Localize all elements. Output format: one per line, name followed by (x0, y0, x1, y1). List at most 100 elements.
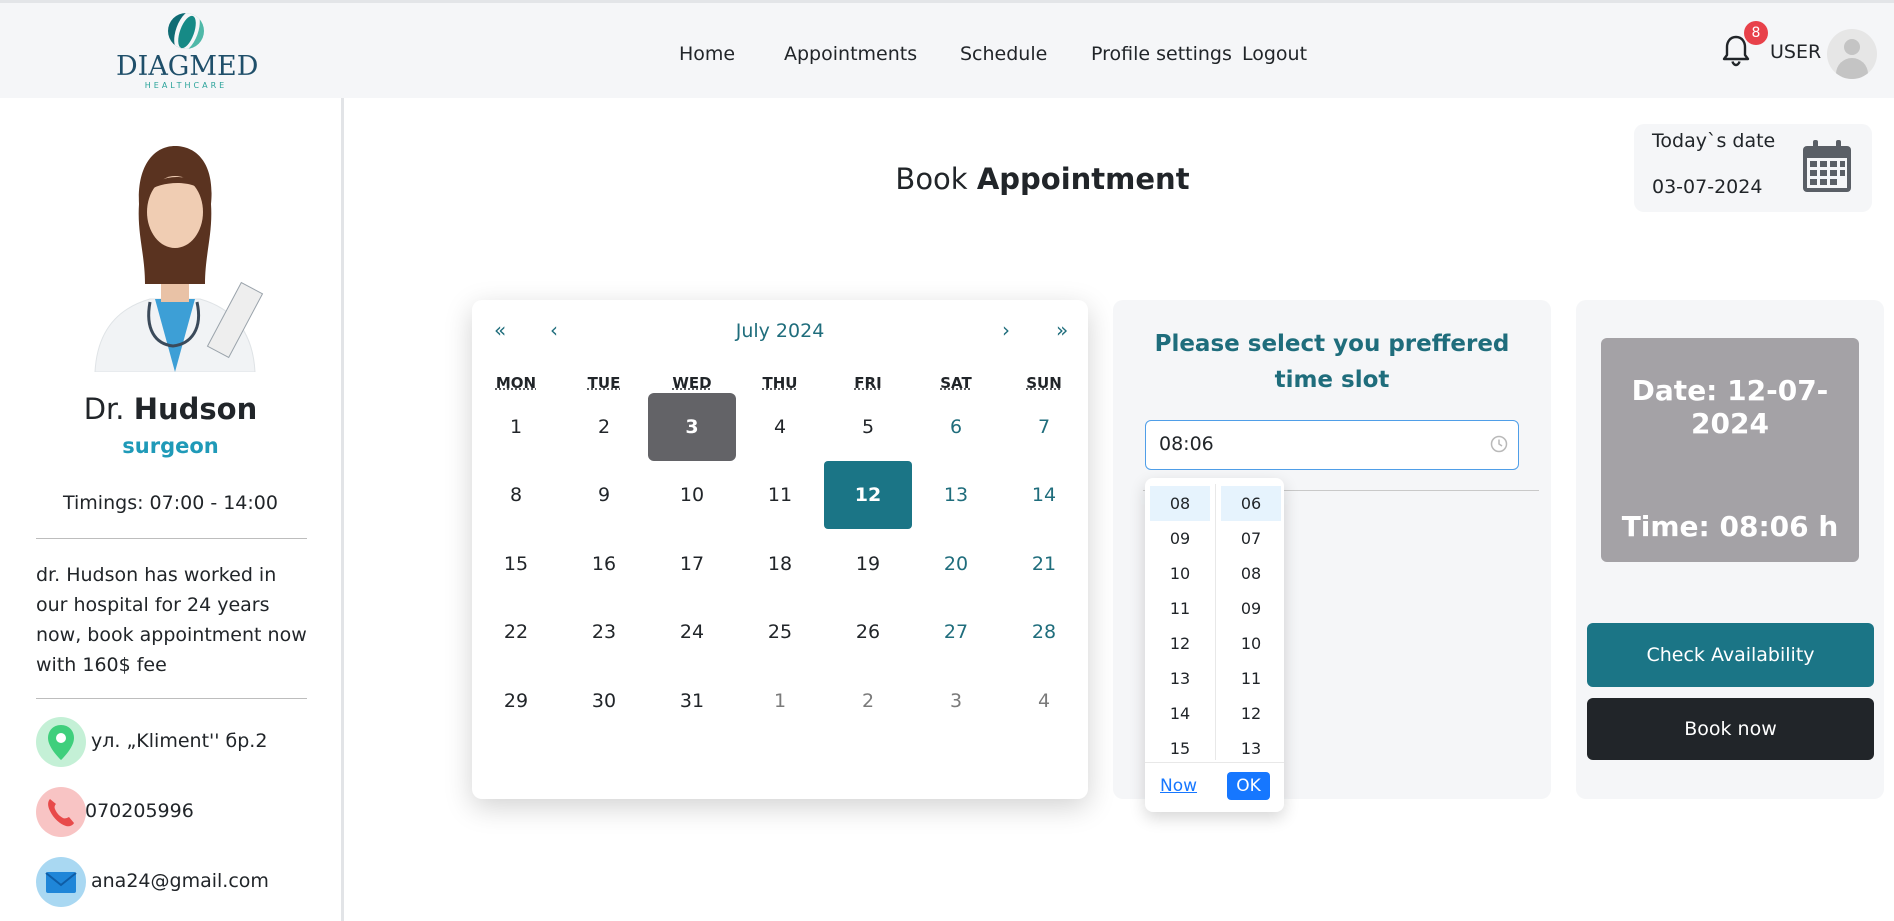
calendar-next-year-button[interactable]: » (1056, 318, 1068, 342)
today-label: Today`s date (1652, 130, 1776, 152)
doctor-sidebar: Dr. Hudson surgeon Timings: 07:00 - 14:0… (0, 98, 344, 921)
calendar-day[interactable]: 1 (472, 393, 560, 461)
calendar-day[interactable]: 17 (648, 530, 736, 598)
calendar-day-other-month[interactable]: 4 (1000, 667, 1088, 735)
time-picker-dropdown: 08 09 10 11 12 13 14 15 06 07 08 09 10 1… (1145, 478, 1284, 812)
calendar-day[interactable]: 25 (736, 598, 824, 666)
clock-icon (1490, 435, 1508, 453)
calendar-day-other-month[interactable]: 2 (824, 667, 912, 735)
calendar-day[interactable]: 20 (912, 530, 1000, 598)
calendar-day[interactable]: 18 (736, 530, 824, 598)
calendar-day-other-month[interactable]: 3 (912, 667, 1000, 735)
nav-schedule[interactable]: Schedule (960, 43, 1047, 65)
calendar-day[interactable]: 29 (472, 667, 560, 735)
calendar-day[interactable]: 21 (1000, 530, 1088, 598)
summary-date: Date: 12-07-2024 (1631, 374, 1829, 440)
minute-option-selected[interactable]: 06 (1221, 486, 1281, 521)
calendar-day[interactable]: 7 (1000, 393, 1088, 461)
minute-option[interactable]: 13 (1221, 731, 1281, 766)
calendar-day[interactable]: 9 (560, 461, 648, 529)
hour-option[interactable]: 14 (1150, 696, 1210, 731)
calendar-icon (1803, 140, 1851, 192)
hour-option-selected[interactable]: 08 (1150, 486, 1210, 521)
calendar-day[interactable]: 28 (1000, 598, 1088, 666)
calendar-day[interactable]: 4 (736, 393, 824, 461)
time-ok-button[interactable]: OK (1227, 772, 1270, 800)
calendar-day[interactable]: 31 (648, 667, 736, 735)
minute-option[interactable]: 09 (1221, 591, 1281, 626)
time-slot-heading: Please select you preffered time slot (1154, 331, 1510, 393)
hour-column[interactable]: 08 09 10 11 12 13 14 15 (1150, 486, 1210, 766)
weekday-header: MON (495, 374, 537, 392)
brand-name: DIAGMED (116, 51, 259, 82)
doctor-email[interactable]: ana24@gmail.com (91, 870, 269, 892)
book-now-button[interactable]: Book now (1587, 698, 1874, 760)
calendar-day[interactable]: 24 (648, 598, 736, 666)
top-navbar: DIAGMED HEALTHCARE Home Appointments Sch… (0, 0, 1894, 98)
page-title-plain: Book (895, 162, 968, 196)
calendar-day[interactable]: 13 (912, 461, 1000, 529)
calendar-day-other-month[interactable]: 1 (736, 667, 824, 735)
minute-option[interactable]: 12 (1221, 696, 1281, 731)
hour-option[interactable]: 09 (1150, 521, 1210, 556)
calendar-day[interactable]: 22 (472, 598, 560, 666)
doctor-address: ул. „Kliment'' бр.2 (91, 730, 268, 752)
minute-option[interactable]: 11 (1221, 661, 1281, 696)
doctor-specialty: surgeon (122, 434, 219, 458)
calendar-day[interactable]: 15 (472, 530, 560, 598)
calendar-day[interactable]: 16 (560, 530, 648, 598)
calendar-day[interactable]: 30 (560, 667, 648, 735)
avatar-icon[interactable] (1827, 29, 1877, 79)
doctor-phone[interactable]: 070205996 (85, 800, 194, 822)
brand-tagline: HEALTHCARE (144, 81, 228, 90)
page-title: Book Appointment (800, 162, 1285, 196)
calendar-day-today[interactable]: 3 (648, 393, 736, 461)
weekday-header: WED (672, 374, 712, 392)
booking-summary-box: Date: 12-07-2024 Time: 08:06 h (1601, 338, 1859, 562)
calendar-day[interactable]: 5 (824, 393, 912, 461)
minute-column[interactable]: 06 07 08 09 10 11 12 13 (1221, 486, 1281, 766)
nav-logout[interactable]: Logout (1242, 43, 1307, 65)
weekday-header: SUN (1026, 374, 1062, 392)
calendar-day-selected[interactable]: 12 (824, 461, 912, 529)
hour-option[interactable]: 15 (1150, 731, 1210, 766)
check-availability-button[interactable]: Check Availability (1587, 623, 1874, 687)
nav-home[interactable]: Home (679, 43, 735, 65)
weekday-header: FRI (854, 374, 882, 392)
calendar-day[interactable]: 11 (736, 461, 824, 529)
calendar-next-month-button[interactable]: › (1002, 318, 1010, 342)
logo-mark-icon (168, 13, 204, 49)
calendar-day[interactable]: 2 (560, 393, 648, 461)
calendar-day[interactable]: 23 (560, 598, 648, 666)
sidebar-divider (36, 698, 307, 699)
doctor-photo (94, 146, 264, 372)
hour-option[interactable]: 11 (1150, 591, 1210, 626)
nav-profile-settings[interactable]: Profile settings (1091, 43, 1232, 65)
minute-option[interactable]: 08 (1221, 556, 1281, 591)
calendar-day[interactable]: 14 (1000, 461, 1088, 529)
doctor-timings: Timings: 07:00 - 14:00 (63, 492, 278, 514)
minute-option[interactable]: 10 (1221, 626, 1281, 661)
brand-logo[interactable]: DIAGMED HEALTHCARE (116, 13, 259, 93)
date-calendar: « ‹ July 2024 › » MON TUE WED THU FRI SA… (472, 300, 1088, 799)
calendar-month-label[interactable]: July 2024 (472, 320, 1088, 342)
phone-icon (36, 787, 86, 837)
calendar-day[interactable]: 19 (824, 530, 912, 598)
column-separator (1215, 484, 1216, 760)
hour-option[interactable]: 12 (1150, 626, 1210, 661)
user-label[interactable]: USER (1770, 41, 1821, 63)
minute-option[interactable]: 07 (1221, 521, 1281, 556)
time-input[interactable]: 08:06 (1145, 420, 1519, 470)
nav-appointments[interactable]: Appointments (784, 43, 917, 65)
calendar-day[interactable]: 8 (472, 461, 560, 529)
calendar-day[interactable]: 26 (824, 598, 912, 666)
page-title-bold: Appointment (976, 162, 1190, 196)
calendar-day[interactable]: 6 (912, 393, 1000, 461)
doctor-bio: dr. Hudson has worked in our hospital fo… (36, 564, 307, 676)
calendar-day[interactable]: 27 (912, 598, 1000, 666)
time-now-link[interactable]: Now (1160, 776, 1197, 796)
hour-option[interactable]: 13 (1150, 661, 1210, 696)
hour-option[interactable]: 10 (1150, 556, 1210, 591)
weekday-header: THU (762, 374, 798, 392)
calendar-day[interactable]: 10 (648, 461, 736, 529)
